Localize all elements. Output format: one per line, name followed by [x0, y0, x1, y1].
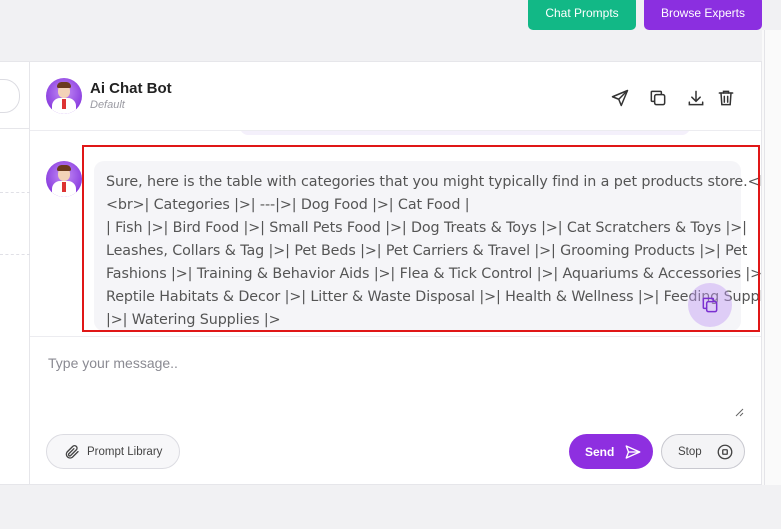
paperclip-icon [65, 444, 79, 459]
page-scrollbar[interactable] [762, 30, 781, 485]
page: Chat Prompts Browse Experts Ai Chat Bot … [0, 0, 781, 529]
bot-message-bubble: Sure, here is the table with categories … [94, 161, 761, 331]
sidebar-divider [0, 192, 30, 193]
bot-subtitle: Default [90, 99, 125, 111]
scrollbar-track [764, 30, 765, 485]
download-icon[interactable] [686, 88, 706, 108]
trash-icon[interactable] [716, 88, 736, 108]
message-line: Leashes, Collars & Tag |>| Pet Beds |>| … [106, 243, 748, 259]
message-line: Reptile Habitats & Decor |>| Litter & Wa… [106, 289, 761, 305]
stop-icon [717, 444, 733, 459]
message-line: Fashions |>| Training & Behavior Aids |>… [106, 266, 761, 282]
send-icon[interactable] [610, 88, 630, 108]
message-list: Sure, here is the table with categories … [30, 131, 761, 336]
bot-avatar [46, 161, 82, 197]
resize-grip-icon[interactable] [734, 407, 744, 417]
copy-message-button[interactable] [688, 283, 732, 327]
send-icon [625, 444, 641, 459]
message-line: | Fish |>| Bird Food |>| Small Pets Food… [106, 220, 747, 236]
browse-experts-button[interactable]: Browse Experts [644, 0, 762, 30]
sidebar-divider [0, 254, 30, 255]
message-line: Sure, here is the table with categories … [106, 174, 761, 190]
previous-message-bubble [240, 131, 690, 135]
message-input[interactable] [46, 353, 750, 421]
stop-label: Stop [678, 445, 702, 458]
message-line: <br>| Categories |>| ---|>| Dog Food |>|… [106, 197, 470, 213]
send-label: Send [585, 444, 615, 459]
conversation-sidebar [0, 61, 30, 485]
copy-icon[interactable] [648, 88, 668, 108]
sidebar-divider [0, 128, 30, 129]
chat-panel: Ai Chat Bot Default Sure, here is the ta… [30, 61, 762, 485]
chat-header: Ai Chat Bot Default [30, 62, 761, 131]
prompt-library-label: Prompt Library [87, 445, 163, 458]
prompt-library-button[interactable]: Prompt Library [46, 434, 180, 469]
bot-avatar [46, 78, 82, 114]
composer: Prompt Library Send Stop [30, 336, 761, 487]
send-button[interactable]: Send [569, 434, 653, 469]
chat-prompts-button[interactable]: Chat Prompts [528, 0, 636, 30]
copy-icon [702, 297, 718, 313]
stop-button[interactable]: Stop [661, 434, 745, 469]
bot-name: Ai Chat Bot [90, 80, 172, 97]
message-line: |>| Watering Supplies |> [106, 312, 281, 328]
sidebar-search-input[interactable] [0, 79, 20, 113]
